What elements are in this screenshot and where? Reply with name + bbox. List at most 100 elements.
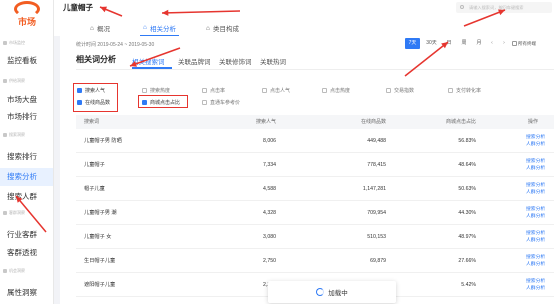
cell-popularity: 7,334 bbox=[263, 162, 276, 168]
sidebar-item-attribute-insight[interactable]: 属性洞察 bbox=[0, 284, 53, 302]
cell-mall-click-ratio: 50.63% bbox=[458, 186, 476, 192]
header: 儿童帽子 ⌂ 概况 ⌂ 相关分析 ⌂ 类目构成 请输入搜索词，按回车键搜索 bbox=[54, 0, 554, 36]
metric-option-trade-index[interactable]: 交易指数 bbox=[386, 87, 414, 94]
link-crowd-analysis[interactable]: 人群分析 bbox=[526, 262, 545, 267]
cell-mall-click-ratio: 56.83% bbox=[458, 138, 476, 144]
subtab-related-keywords[interactable]: 相关搜索词 bbox=[132, 56, 165, 66]
table-row: 儿童帽子 女 3,080 510,153 48.97% 搜索分析人群分析 bbox=[76, 225, 554, 249]
link-search-analysis[interactable]: 搜索分析 bbox=[526, 183, 545, 188]
cell-popularity: 2,750 bbox=[263, 258, 276, 264]
tab-related-analysis[interactable]: ⌂ 相关分析 bbox=[140, 20, 179, 36]
sidebar-item-search-analysis[interactable]: 搜索分析 bbox=[0, 168, 53, 186]
range-month-button[interactable]: 月 bbox=[473, 38, 485, 49]
range-dropdown-chevron[interactable]: ‹ bbox=[488, 38, 496, 49]
column-mall-click-ratio[interactable]: 商城点击占比 bbox=[416, 115, 476, 129]
cell-popularity: 3,080 bbox=[263, 234, 276, 240]
metric-option-click-heat[interactable]: 点击热度 bbox=[322, 87, 350, 94]
sidebar-item-search-crowd[interactable]: 搜索人群 bbox=[0, 188, 53, 206]
checkbox bbox=[448, 88, 453, 93]
cell-mall-click-ratio: 48.97% bbox=[458, 234, 476, 240]
link-search-analysis[interactable]: 搜索分析 bbox=[526, 159, 545, 164]
annotation-box-left bbox=[73, 83, 118, 112]
column-popularity[interactable]: 搜索人气 bbox=[216, 115, 276, 129]
table-header: 搜索词 搜索人气 在线商品数 商城点击占比 操作 bbox=[76, 115, 554, 129]
cell-mall-click-ratio: 27.66% bbox=[458, 258, 476, 264]
sidebar-item-crowd-perspective[interactable]: 客群透视 bbox=[0, 244, 53, 262]
cell-keyword: 儿童帽子男 潮 bbox=[84, 210, 117, 216]
checkbox bbox=[142, 88, 147, 93]
tab-category-composition[interactable]: ⌂ 类目构成 bbox=[206, 20, 239, 36]
cell-popularity: 2,248 bbox=[216, 273, 276, 297]
stat-time: 统计时间 2019-05-24 ~ 2019-05-30 bbox=[76, 42, 155, 48]
group-icon bbox=[3, 41, 7, 45]
page-title: 儿童帽子 bbox=[63, 3, 93, 12]
cell-keyword: 儿童帽子 bbox=[84, 162, 105, 168]
loading-toast: 加载中 bbox=[268, 281, 396, 303]
link-crowd-analysis[interactable]: 人群分析 bbox=[526, 166, 545, 171]
row-actions: 搜索分析 人群分析 bbox=[526, 158, 545, 172]
checkbox bbox=[322, 88, 327, 93]
sidebar-item-monitor-board[interactable]: 监控看板 bbox=[0, 52, 53, 70]
home-icon: ⌂ bbox=[90, 24, 94, 32]
link-search-analysis[interactable]: 搜索分析 bbox=[526, 255, 545, 260]
row-actions: 搜索分析 人群分析 bbox=[526, 182, 545, 196]
range-day-button[interactable]: 日 bbox=[443, 38, 455, 49]
sidebar-item-market-overview[interactable]: 市场大盘 bbox=[0, 91, 53, 109]
sidebar-group-supply: 供给洞察 bbox=[3, 78, 25, 84]
cell-popularity: 4,588 bbox=[263, 186, 276, 192]
link-search-analysis[interactable]: 搜索分析 bbox=[526, 279, 545, 284]
subtab-modifier-keywords[interactable]: 关联修饰词 bbox=[219, 56, 252, 66]
sidebar-group-opportunity: 机会洞察 bbox=[3, 268, 25, 274]
tab-overview[interactable]: ⌂ 概况 bbox=[90, 20, 110, 36]
metric-option-ztc-price[interactable]: 直通车参考价 bbox=[202, 99, 240, 106]
range-next-chevron[interactable]: › bbox=[500, 38, 508, 49]
subtab-underline bbox=[132, 67, 172, 69]
group-icon bbox=[3, 269, 7, 273]
metric-option-conversion-rate[interactable]: 支付转化率 bbox=[448, 87, 481, 94]
table-row: 生日帽子儿童 2,750 69,879 27.66% 搜索分析人群分析 bbox=[76, 249, 554, 273]
row-actions: 搜索分析 人群分析 bbox=[526, 230, 545, 244]
main-card: 统计时间 2019-05-24 ~ 2019-05-30 7天 30天 日 周 … bbox=[60, 36, 554, 304]
market-logo[interactable]: 市场 bbox=[10, 1, 44, 35]
metric-option-click-popularity[interactable]: 点击人气 bbox=[262, 87, 290, 94]
table-row: 儿童帽子男 潮 4,328 709,954 44.30% 搜索分析 人群分析 bbox=[76, 201, 554, 225]
link-search-analysis[interactable]: 搜索分析 bbox=[526, 207, 545, 212]
subtab-hot-keywords[interactable]: 关联热词 bbox=[260, 56, 286, 66]
cell-keyword: 生日帽子儿童 bbox=[84, 258, 116, 264]
metric-option-search-heat[interactable]: 搜索热度 bbox=[142, 87, 170, 94]
search-icon bbox=[460, 5, 464, 9]
sidebar-item-industry-crowd[interactable]: 行业客群 bbox=[0, 226, 53, 244]
logo-text: 市场 bbox=[17, 17, 36, 27]
table-row: 儿童帽子 7,334 778,415 48.64% 搜索分析 人群分析 bbox=[76, 153, 554, 177]
range-30d-button[interactable]: 30天 bbox=[424, 38, 439, 49]
column-online-items[interactable]: 在线商品数 bbox=[326, 115, 386, 129]
sidebar-item-market-ranking[interactable]: 市场排行 bbox=[0, 108, 53, 126]
link-crowd-analysis[interactable]: 人群分析 bbox=[526, 286, 545, 291]
channel-select[interactable]: 所有终端 bbox=[512, 38, 552, 49]
cell-keyword: 儿童帽子 女 bbox=[84, 234, 112, 240]
search-input[interactable]: 请输入搜索词，按回车键搜索 bbox=[456, 2, 552, 13]
column-keyword: 搜索词 bbox=[84, 119, 100, 125]
link-crowd-analysis[interactable]: 人群分析 bbox=[526, 238, 545, 243]
range-week-button[interactable]: 周 bbox=[458, 38, 470, 49]
metric-option-click-rate[interactable]: 点击率 bbox=[202, 87, 225, 94]
cell-mall-click-ratio: 48.64% bbox=[458, 162, 476, 168]
group-icon bbox=[3, 133, 7, 137]
cell-online-items: 510,153 bbox=[367, 234, 386, 240]
link-crowd-analysis[interactable]: 人群分析 bbox=[526, 142, 545, 147]
checkbox bbox=[202, 88, 207, 93]
sidebar-group-crowd: 客群洞察 bbox=[3, 210, 25, 216]
sidebar-item-search-ranking[interactable]: 搜索排行 bbox=[0, 148, 53, 166]
cell-mall-click-ratio: 44.30% bbox=[458, 210, 476, 216]
subtab-brand-keywords[interactable]: 关联品牌词 bbox=[178, 56, 211, 66]
cell-popularity: 4,328 bbox=[263, 210, 276, 216]
link-search-analysis[interactable]: 搜索分析 bbox=[526, 231, 545, 236]
annotation-box-right bbox=[138, 95, 188, 108]
range-7d-button[interactable]: 7天 bbox=[405, 38, 420, 49]
section-title: 相关词分析 bbox=[76, 55, 116, 64]
link-crowd-analysis[interactable]: 人群分析 bbox=[526, 214, 545, 219]
link-search-analysis[interactable]: 搜索分析 bbox=[526, 135, 545, 140]
link-crowd-analysis[interactable]: 人群分析 bbox=[526, 190, 545, 195]
cell-online-items: 69,879 bbox=[370, 258, 386, 264]
checkbox bbox=[202, 100, 207, 105]
